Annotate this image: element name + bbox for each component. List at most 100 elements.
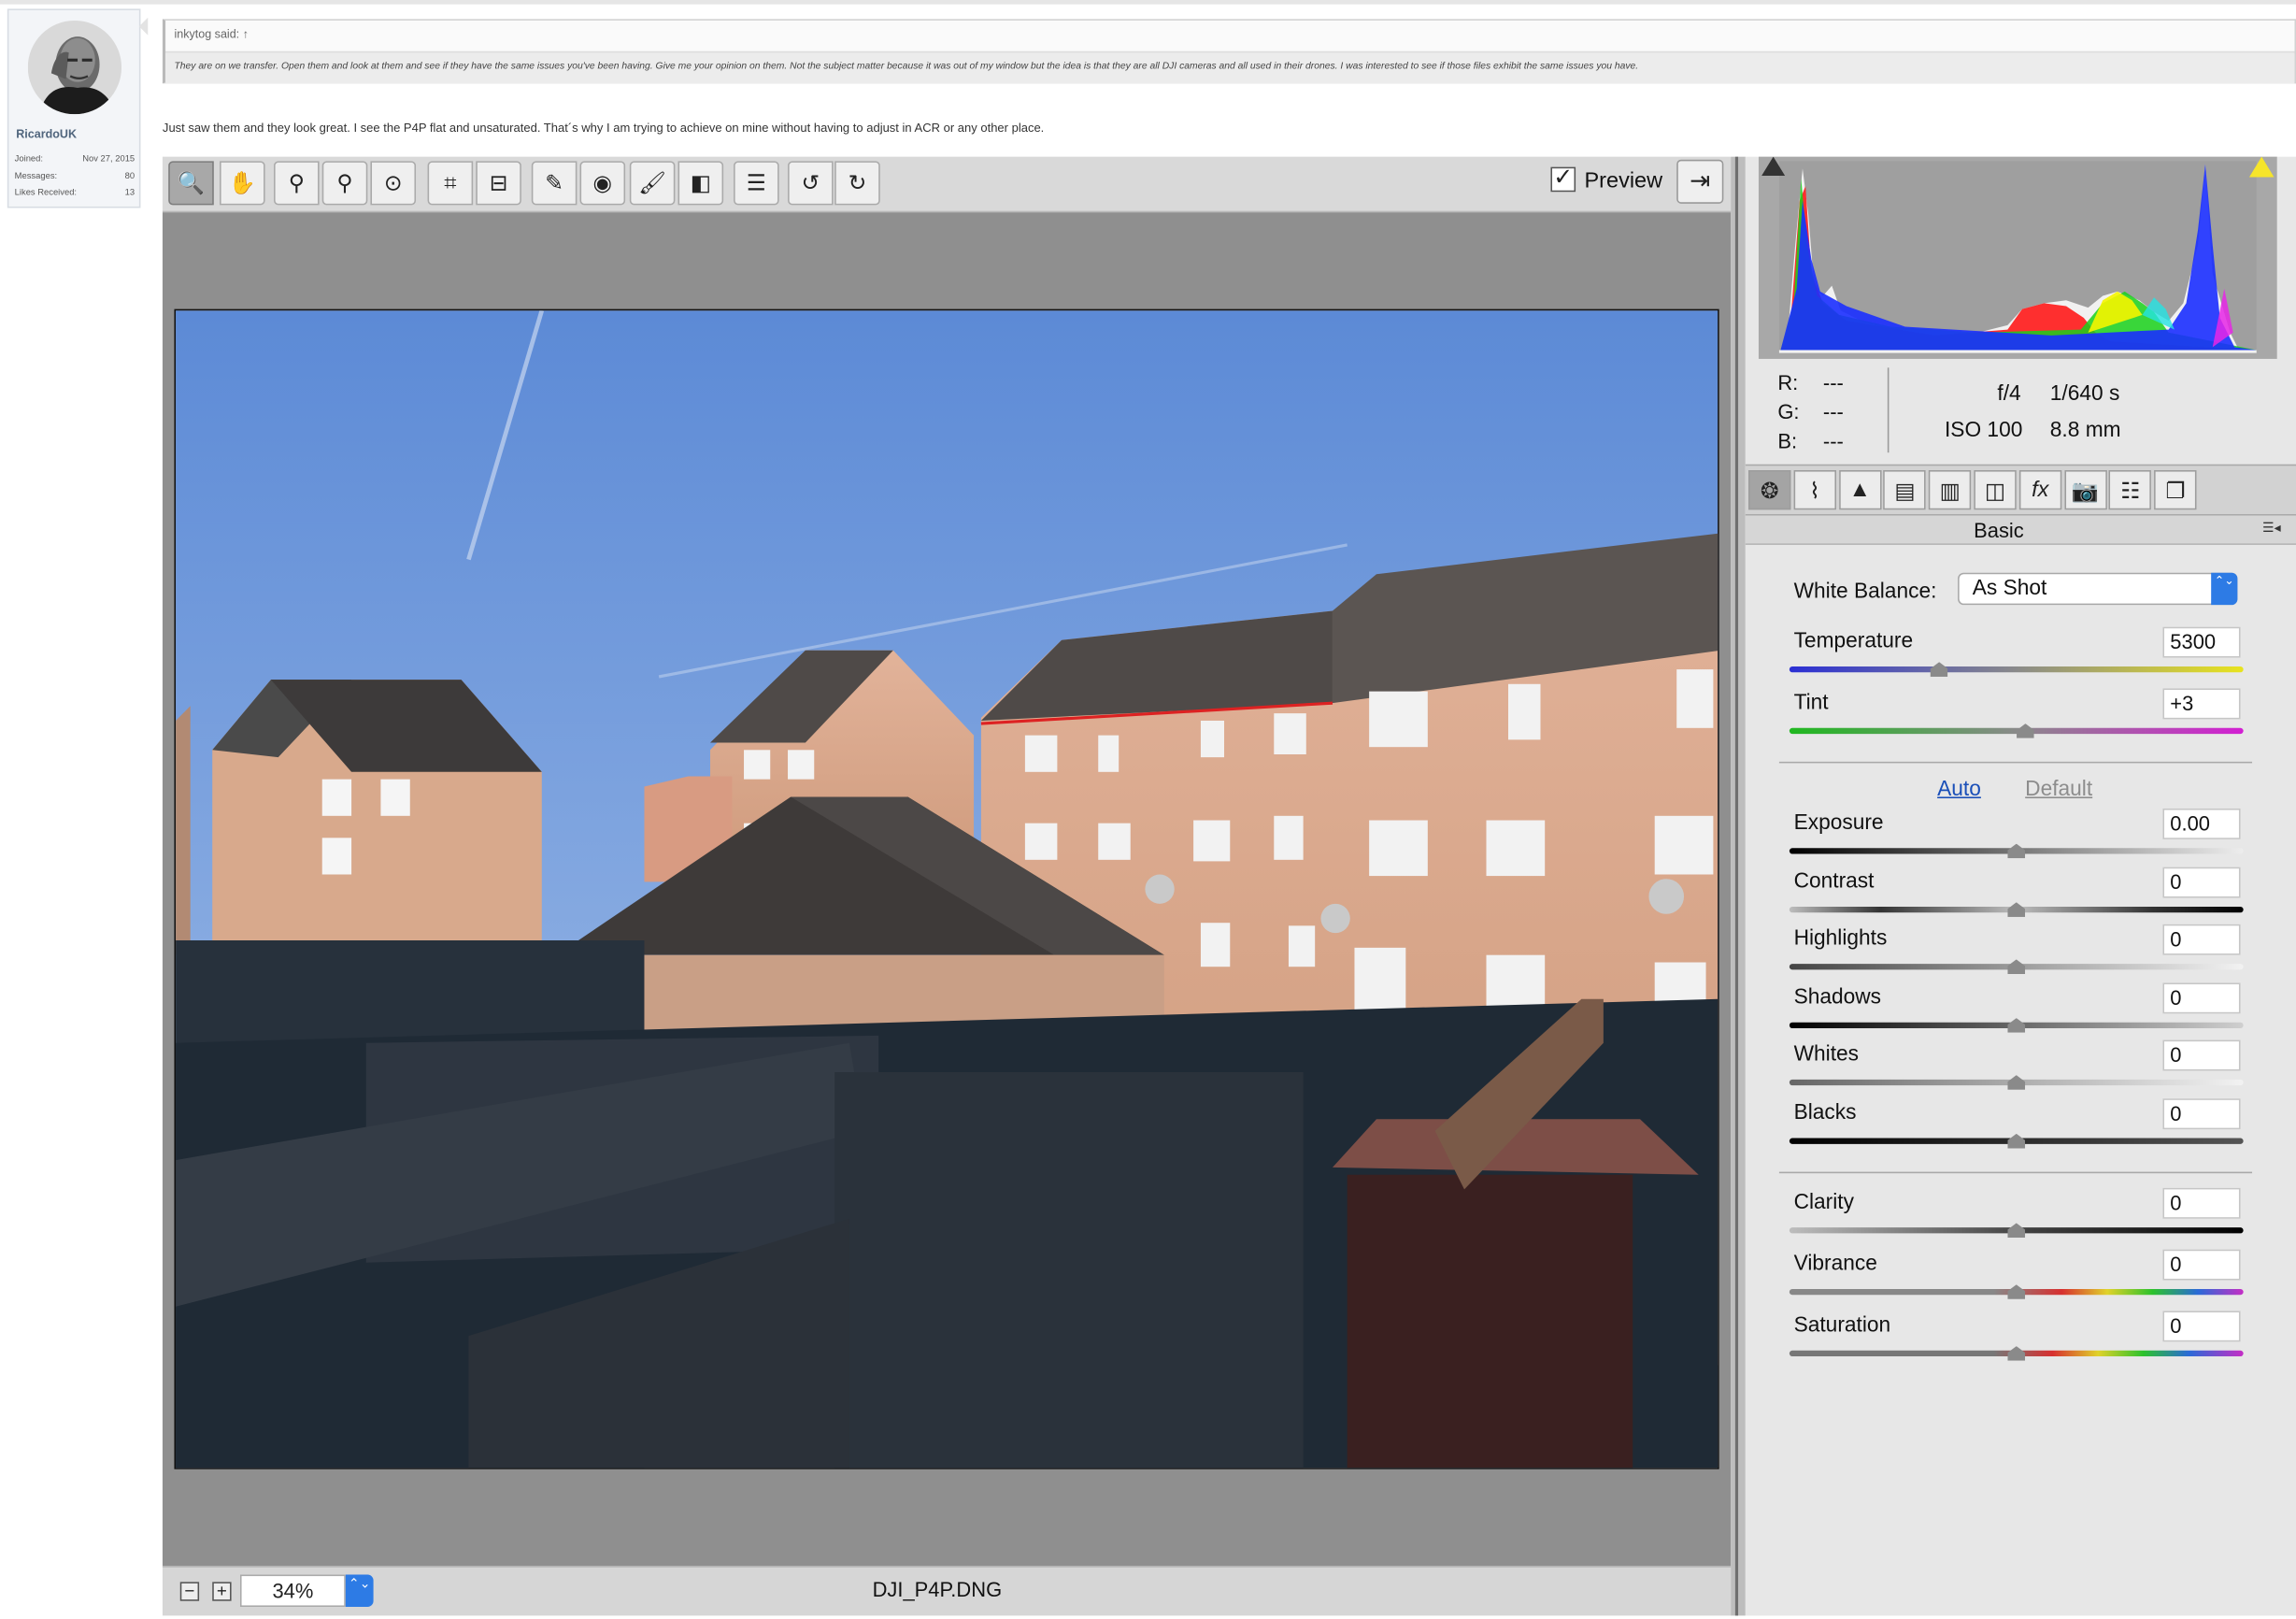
hsl-icon: ▤ [1894, 478, 1916, 504]
spot-removal-tool[interactable]: ✎ [531, 161, 578, 206]
shadows-label: Shadows [1793, 985, 1882, 1010]
zoom-stepper[interactable]: ⌃⌄ [345, 1574, 374, 1607]
tab-presets[interactable]: ☷ [2109, 470, 2152, 510]
curve-icon: ⌇ [1809, 478, 1820, 504]
straighten-icon: ⊟ [489, 171, 508, 196]
exposure-value-field[interactable]: 0.00 [2162, 808, 2241, 839]
white-balance-label: White Balance: [1793, 580, 1937, 604]
hand-icon: ✋ [228, 171, 256, 196]
shadows-value-field[interactable]: 0 [2162, 982, 2241, 1014]
temperature-label: Temperature [1793, 629, 1914, 653]
g-value: --- [1822, 399, 1844, 423]
red-eye-tool[interactable]: ◉ [579, 161, 626, 206]
targeted-adjustment-tool[interactable]: ⊙ [370, 161, 417, 206]
split-toning-icon: ▥ [1939, 478, 1961, 504]
chevron-updown-icon: ⌃⌄ [2214, 574, 2234, 588]
list-icon: ☰ [746, 171, 766, 196]
brush-icon: 🖌 [638, 171, 667, 196]
post-text: Just saw them and they look great. I see… [162, 120, 1045, 136]
clarity-value-field[interactable]: 0 [2162, 1187, 2241, 1219]
highlights-value-field[interactable]: 0 [2162, 924, 2241, 955]
eye-icon: ◉ [592, 171, 613, 196]
white-balance-select[interactable]: As Shot [1958, 572, 2238, 606]
spot-removal-icon: ✎ [545, 171, 563, 196]
preview-checkbox[interactable]: ✓ [1550, 166, 1576, 193]
file-name: DJI_P4P.DNG [872, 1577, 1003, 1601]
acr-toolbar: 🔍 ✋ ⚲ ⚲ ⊙ ⌗ ⊟ ✎ ◉ 🖌 ◧ ☰ ↺ ↻ [162, 156, 1732, 213]
chevron-updown-icon: ⌃⌄ [348, 1576, 371, 1591]
fx-icon: fx [2032, 477, 2049, 503]
color-sampler-tool[interactable]: ⚲ [321, 161, 368, 206]
blacks-value-field[interactable]: 0 [2162, 1098, 2241, 1130]
avatar[interactable] [27, 20, 122, 115]
rotate-cw-icon: ↻ [848, 171, 867, 196]
whites-value-field[interactable]: 0 [2162, 1039, 2241, 1071]
exif-iso: ISO 100 [1944, 419, 2023, 443]
tab-hsl[interactable]: ▤ [1883, 470, 1927, 510]
panel-tabs: ❂ ⌇ ▲ ▤ ▥ ◫ fx 📷 ☷ ❐ [1745, 464, 2296, 516]
post-arrow [138, 17, 149, 36]
tab-effects[interactable]: fx [2018, 470, 2062, 510]
crop-tool[interactable]: ⌗ [427, 161, 474, 206]
graduated-filter-tool[interactable]: ◧ [677, 161, 724, 206]
user-card: RicardoUK Joined: Nov 27, 2015 Messages: 8… [7, 8, 141, 208]
vibrance-value-field[interactable]: 0 [2162, 1249, 2241, 1281]
readout-separator [1887, 367, 1890, 453]
fullscreen-button[interactable]: ⇥ [1676, 159, 1724, 204]
tab-camera-calibration[interactable]: 📷 [2063, 470, 2107, 510]
white-balance-dropdown[interactable]: ⌃⌄ [2211, 572, 2238, 606]
top-rule [0, 0, 2296, 5]
tint-value-field[interactable]: +3 [2162, 688, 2241, 720]
g-label: G: [1777, 399, 1800, 423]
section-separator [1778, 761, 2253, 764]
exif-shutter: 1/640 s [2049, 381, 2120, 407]
stat-messages: Messages: 80 [14, 172, 135, 181]
rotate-left-tool[interactable]: ↺ [788, 161, 834, 206]
tab-tone-curve[interactable]: ⌇ [1793, 470, 1836, 510]
vibrance-label: Vibrance [1793, 1252, 1877, 1276]
histogram-graph [1778, 161, 2257, 353]
r-label: R: [1777, 370, 1799, 394]
b-value: --- [1822, 429, 1844, 453]
temperature-slider-track[interactable] [1789, 666, 2244, 673]
triangle-icon: ▲ [1848, 477, 1871, 503]
exif-aperture: f/4 [1997, 381, 2021, 407]
hand-tool[interactable]: ✋ [220, 161, 265, 206]
zoom-tool[interactable]: 🔍 [168, 161, 214, 206]
tab-basic[interactable]: ❂ [1747, 470, 1791, 510]
histogram[interactable] [1758, 156, 2277, 359]
r-value: --- [1822, 370, 1844, 394]
zoom-level-field[interactable]: 34% [239, 1574, 346, 1607]
default-button[interactable]: Default [2025, 778, 2092, 801]
avatar-image [27, 20, 122, 115]
tab-snapshots[interactable]: ❐ [2154, 470, 2197, 510]
tint-label: Tint [1793, 691, 1829, 715]
tab-split-toning[interactable]: ▥ [1929, 470, 1972, 510]
auto-button[interactable]: Auto [1937, 778, 1981, 801]
contrast-value-field[interactable]: 0 [2162, 867, 2241, 898]
pixel-readout: R: --- G: --- B: --- f/4 1/640 s ISO 100… [1759, 359, 2277, 465]
crop-icon: ⌗ [444, 170, 457, 196]
quote-author[interactable]: inkytog said: ↑ [174, 28, 248, 41]
photo-preview[interactable] [174, 308, 1719, 1469]
tint-slider-track[interactable] [1789, 727, 2244, 735]
clarity-label: Clarity [1793, 1190, 1854, 1215]
zoom-in-button[interactable]: + [212, 1582, 232, 1601]
username[interactable]: RicardoUK [16, 127, 77, 140]
white-balance-tool[interactable]: ⚲ [274, 161, 320, 206]
tab-detail[interactable]: ▲ [1838, 470, 1881, 510]
quote-text: They are on we transfer. Open them and l… [174, 61, 1639, 72]
tab-lens-corrections[interactable]: ◫ [1974, 470, 2017, 510]
aperture-icon: ❂ [1760, 478, 1779, 504]
saturation-value-field[interactable]: 0 [2162, 1311, 2241, 1342]
straighten-tool[interactable]: ⊟ [476, 161, 521, 206]
color-sampler-icon: ⚲ [336, 171, 353, 196]
adjustment-brush-tool[interactable]: 🖌 [629, 161, 676, 206]
panel-menu-icon[interactable]: ☰◂ [2262, 520, 2281, 536]
zoom-out-button[interactable]: − [179, 1582, 200, 1601]
temperature-value-field[interactable]: 5300 [2162, 626, 2241, 658]
preferences-tool[interactable]: ☰ [734, 161, 779, 206]
rotate-right-tool[interactable]: ↻ [834, 161, 880, 206]
preview-label[interactable]: Preview [1584, 168, 1662, 193]
whites-label: Whites [1793, 1042, 1860, 1067]
